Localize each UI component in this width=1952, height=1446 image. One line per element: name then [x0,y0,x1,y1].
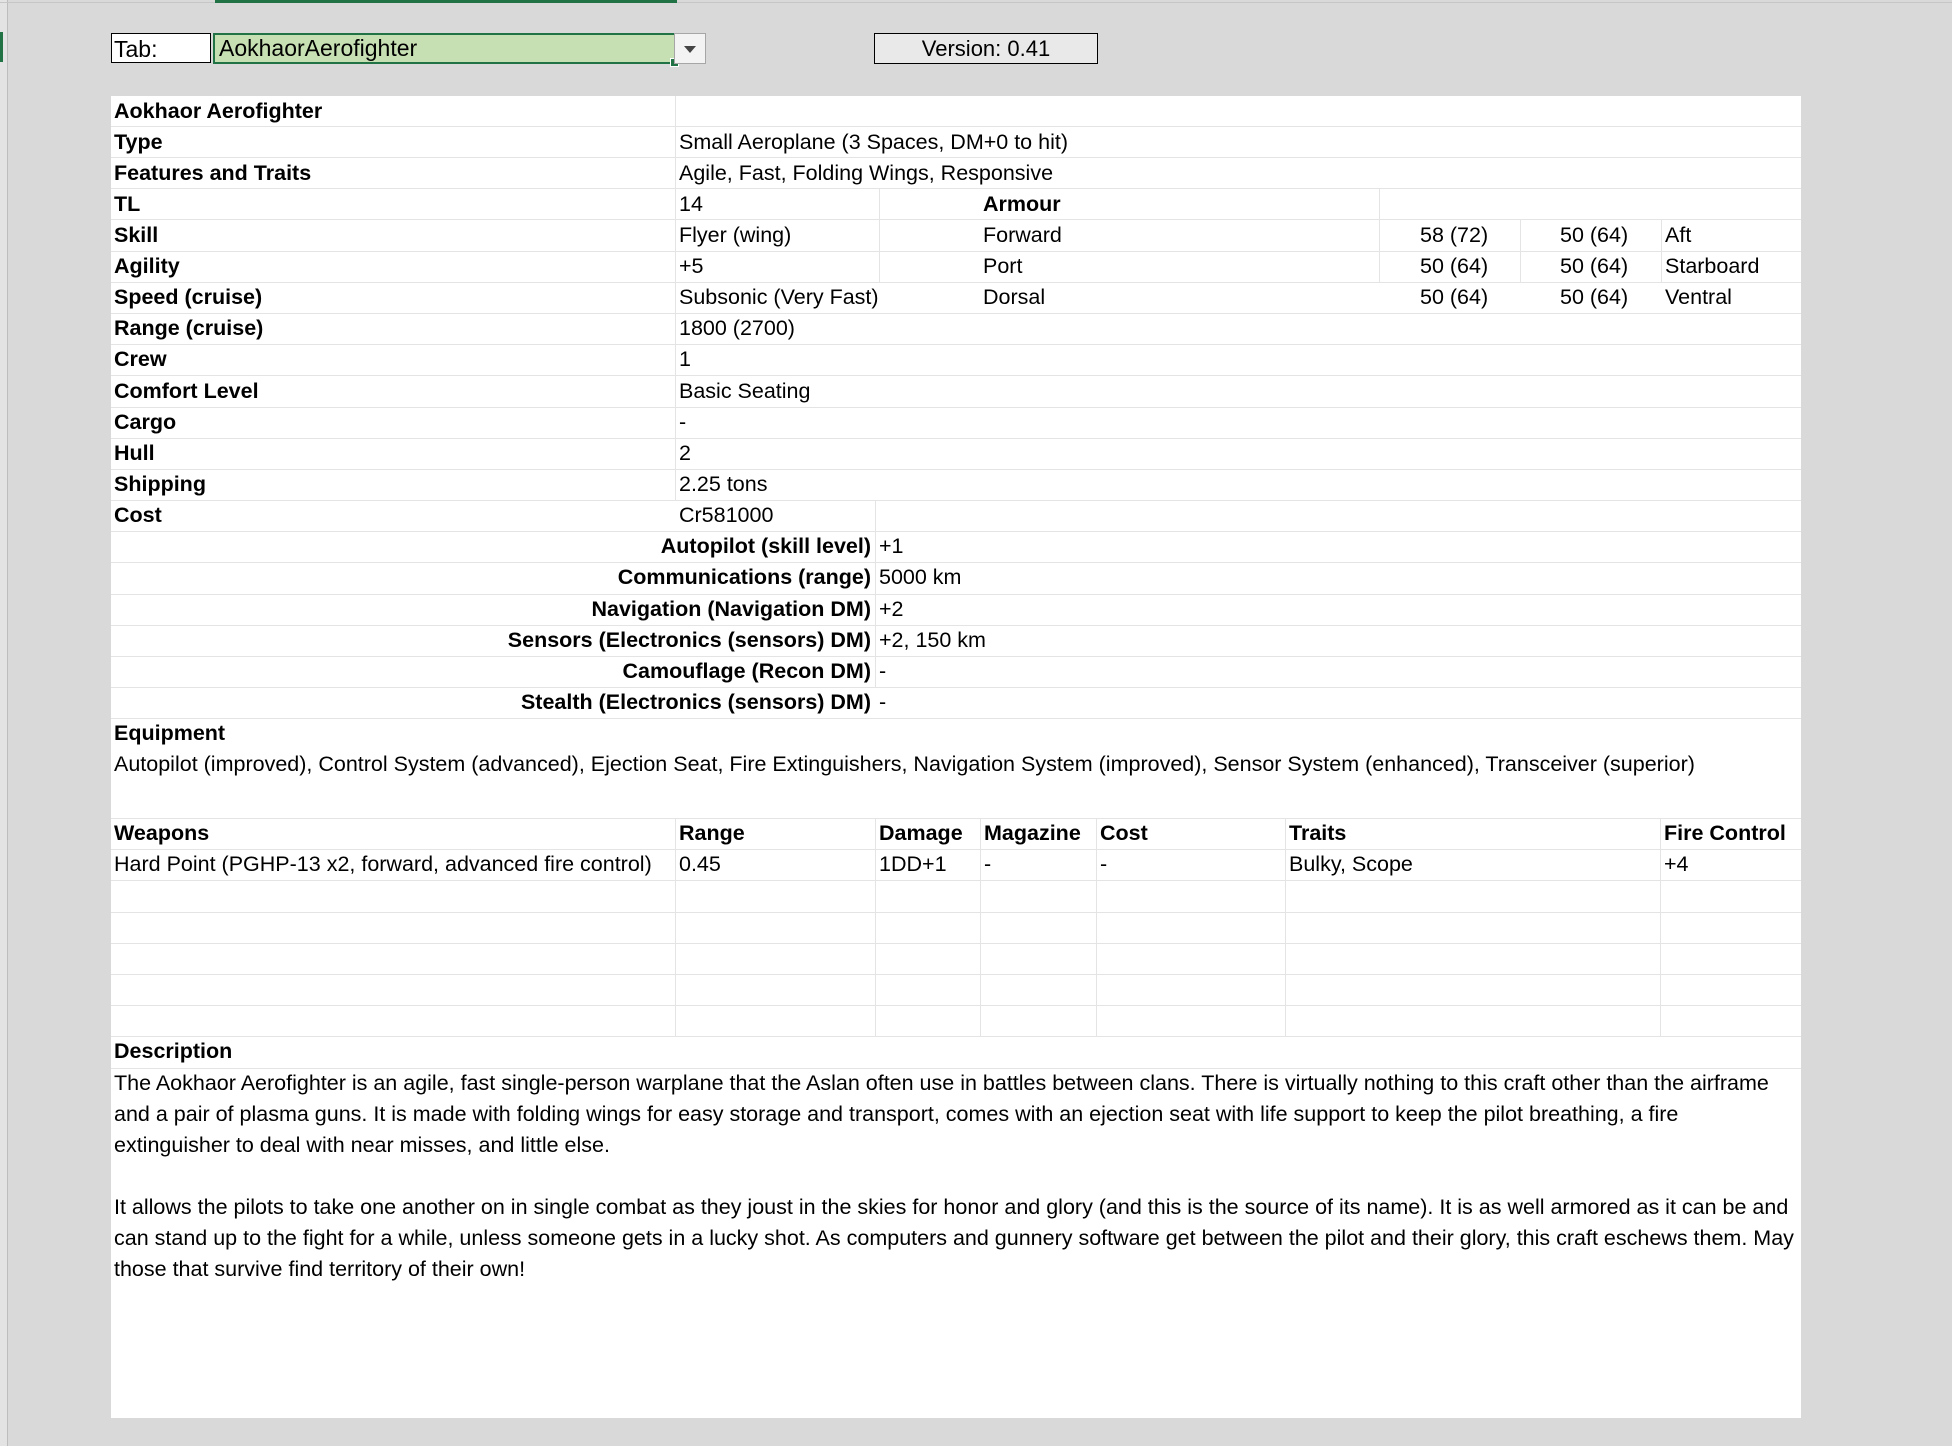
stat-sheet: Aokhaor Aerofighter Type Small Aeroplane… [111,96,1801,1418]
spec-label: TL [114,192,141,216]
active-row-marker [0,32,3,62]
armour-side: Aft [1665,223,1692,247]
weapons-header-magazine: Magazine [984,821,1081,845]
spec-label: Features and Traits [114,161,312,185]
weapon-damage: 1DD+1 [879,852,947,876]
spec-value: +5 [679,254,704,278]
spec-value: Flyer (wing) [679,223,792,247]
system-label: Navigation (Navigation DM) [591,597,871,621]
spec-label: Comfort Level [114,379,259,403]
version-cell: Version: 0.41 [874,33,1098,64]
tab-select-cell[interactable]: AokhaorAerofighter [213,33,679,67]
tab-select-value: AokhaorAerofighter [219,35,418,61]
armour-side: Ventral [1665,285,1732,309]
spec-value: 14 [679,192,703,216]
spec-label: Skill [114,223,159,247]
system-value: +2, 150 km [879,628,986,652]
spec-label: Hull [114,441,155,465]
armour-value: 50 (64) [1420,285,1489,309]
description-paragraph-2: It allows the pilots to take one another… [114,1195,1794,1281]
spec-label: Crew [114,347,167,371]
spec-value: Cr581000 [679,503,774,527]
spec-label: Speed (cruise) [114,285,263,309]
weapon-magazine: - [984,852,992,876]
system-label: Autopilot (skill level) [660,534,871,558]
armour-value: 50 (64) [1560,254,1629,278]
description-header: Description [114,1039,233,1063]
weapon-traits: Bulky, Scope [1289,852,1413,876]
active-column-marker [215,0,677,3]
armour-value: 50 (64) [1560,285,1629,309]
spec-value: Basic Seating [679,379,811,403]
spec-label: Agility [114,254,180,278]
spec-value: Agile, Fast, Folding Wings, Responsive [679,161,1054,185]
chevron-down-icon [684,46,696,53]
system-label: Camouflage (Recon DM) [622,659,871,683]
weapons-header-traits: Traits [1289,821,1347,845]
spec-label: Cost [114,503,162,527]
weapon-range: 0.45 [679,852,721,876]
spec-value: 1 [679,347,691,371]
armour-side: Port [983,254,1023,278]
spec-value: Small Aeroplane (3 Spaces, DM+0 to hit) [679,130,1068,154]
system-label: Sensors (Electronics (sensors) DM) [507,628,871,652]
spec-value: - [679,410,687,434]
system-label: Communications (range) [617,565,871,589]
spec-value: 1800 (2700) [679,316,795,340]
weapon-fire-control: +4 [1664,852,1689,876]
armour-side: Forward [983,223,1062,247]
weapons-header-range: Range [679,821,745,845]
weapons-header-damage: Damage [879,821,963,845]
armour-value: 50 (64) [1560,223,1629,247]
tab-dropdown-button[interactable] [674,33,706,64]
spec-label: Shipping [114,472,206,496]
row-header-strip [0,0,8,1446]
weapons-header-weapon: Weapons [114,821,210,845]
tab-label-cell: Tab: [111,33,211,63]
system-label: Stealth (Electronics (sensors) DM) [520,690,871,714]
armour-side: Dorsal [983,285,1046,309]
armour-value: 50 (64) [1420,254,1489,278]
weapons-header-cost: Cost [1100,821,1148,845]
system-value: 5000 km [879,565,962,589]
armour-side: Starboard [1665,254,1760,278]
equipment-header: Equipment [114,721,226,745]
sheet-title: Aokhaor Aerofighter [114,99,323,123]
weapons-header-fire-control: Fire Control [1664,821,1786,845]
weapon-cost: - [1100,852,1108,876]
equipment-text: Autopilot (improved), Control System (ad… [114,752,1695,776]
armour-value: 58 (72) [1420,223,1489,247]
system-value: +1 [879,534,904,558]
armour-header: Armour [983,192,1061,216]
spec-label: Cargo [114,410,177,434]
spec-value: Subsonic (Very Fast) [679,285,879,309]
description-paragraph-1: The Aokhaor Aerofighter is an agile, fas… [114,1071,1769,1157]
system-value: - [879,659,887,683]
spec-value: 2.25 tons [679,472,768,496]
system-value: +2 [879,597,904,621]
weapon-name: Hard Point (PGHP-13 x2, forward, advance… [114,852,652,876]
system-value: - [879,690,887,714]
spec-label: Range (cruise) [114,316,264,340]
spec-value: 2 [679,441,691,465]
spec-label: Type [114,130,163,154]
